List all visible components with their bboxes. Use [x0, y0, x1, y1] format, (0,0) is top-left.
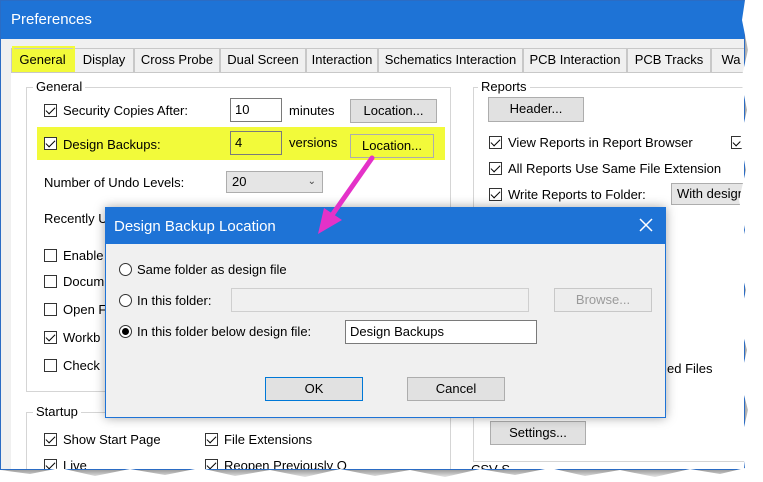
close-icon[interactable] — [637, 216, 655, 234]
dialog-title: Design Backup Location — [114, 218, 276, 235]
annotation-arrow-icon — [318, 155, 375, 234]
same-folder-label: Same folder as design file — [137, 262, 287, 277]
same-folder-radio[interactable] — [119, 263, 132, 276]
this-folder-radio[interactable] — [119, 294, 132, 307]
this-folder-input[interactable] — [231, 288, 529, 312]
browse-button[interactable]: Browse... — [554, 288, 652, 312]
ok-button[interactable]: OK — [265, 377, 363, 401]
this-folder-label: In this folder: — [137, 293, 212, 308]
below-design-radio[interactable] — [119, 325, 132, 338]
below-design-label: In this folder below design file: — [137, 324, 312, 339]
cancel-button[interactable]: Cancel — [407, 377, 505, 401]
below-design-input[interactable]: Design Backups — [345, 320, 537, 344]
